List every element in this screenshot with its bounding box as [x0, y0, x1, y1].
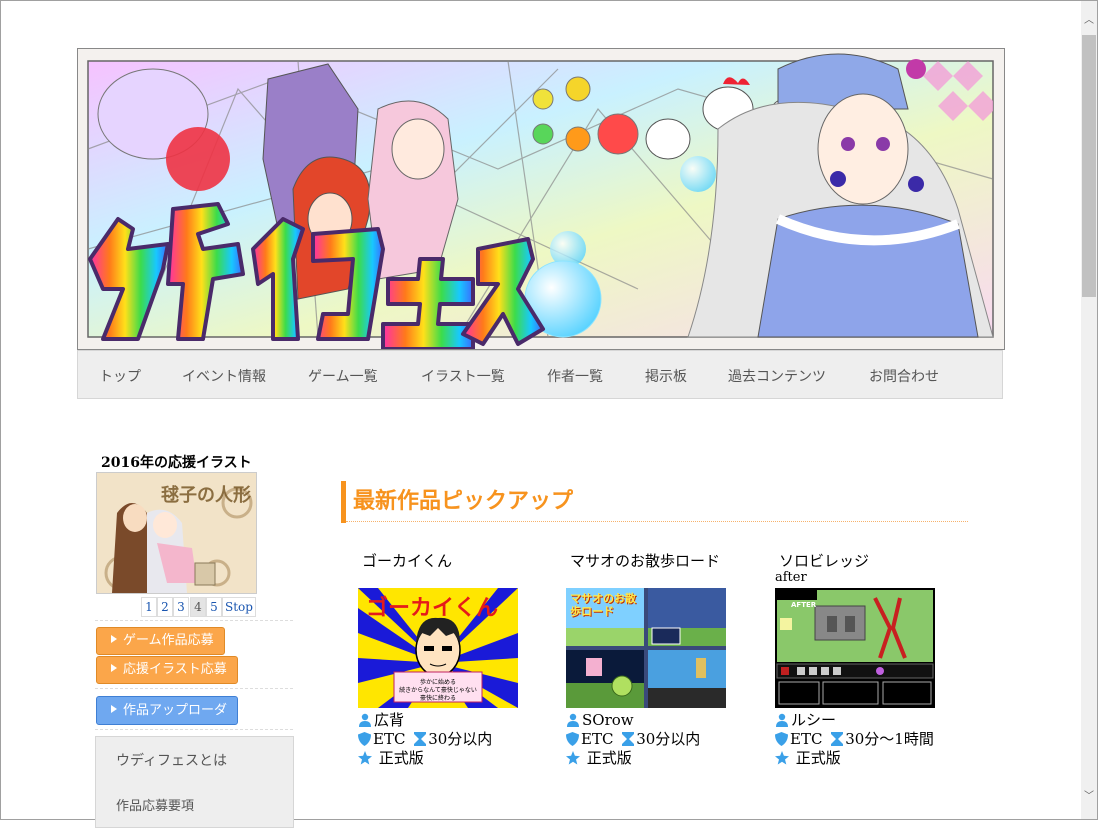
scroll-down-arrow-icon[interactable]: ﹀: [1081, 789, 1097, 805]
nav-item-games[interactable]: ゲーム一覧: [308, 366, 378, 386]
pager-5[interactable]: 5: [206, 597, 222, 617]
banner-artwork: [78, 49, 1004, 349]
illust-entry-label: 応援イラスト応募: [123, 662, 227, 677]
scroll-up-arrow-icon[interactable]: ︿: [1081, 13, 1097, 29]
star-icon: [775, 751, 789, 765]
nav-item-events[interactable]: イベント情報: [182, 366, 266, 386]
pager-1[interactable]: 1: [141, 597, 157, 617]
card-title[interactable]: マサオのお散歩ロード: [570, 550, 720, 571]
card-status: 正式版: [358, 749, 424, 767]
user-icon: [359, 713, 371, 727]
card-genre-time: ETC 30分以内: [358, 730, 492, 748]
support-illust-title: 2016年の応援イラスト: [101, 455, 252, 471]
shield-icon: [566, 732, 579, 746]
sidebar-item-guidelines[interactable]: 作品応募要項: [116, 795, 194, 814]
heading-underline: [346, 521, 968, 522]
card-thumbnail[interactable]: 歩かに始める 続きからなんて豪快じゃない 豪快に終わる ゴーカイくん: [358, 588, 518, 708]
thumb-caption: AFTER: [791, 601, 817, 609]
illust-entry-button[interactable]: 応援イラスト応募: [96, 656, 238, 684]
card-status: 正式版: [775, 749, 841, 767]
user-icon: [567, 713, 579, 727]
arrow-right-icon: [111, 664, 117, 672]
card-thumbnail[interactable]: AFTER: [775, 588, 935, 708]
thumb-caption: マサオのお散歩ロード: [570, 592, 636, 618]
hourglass-icon: [831, 732, 844, 746]
time-label: 30分以内: [636, 730, 701, 748]
time-label: 30分～1時間: [845, 730, 934, 748]
card-status: 正式版: [566, 749, 632, 767]
pager-4-active[interactable]: 4: [190, 597, 206, 617]
status-label: 正式版: [795, 749, 841, 767]
author-name: SOrow: [582, 711, 634, 729]
status-label: 正式版: [378, 749, 424, 767]
shield-icon: [358, 732, 371, 746]
hourglass-icon: [414, 732, 427, 746]
card-genre-time: ETC 30分～1時間: [775, 730, 934, 748]
time-label: 30分以内: [428, 730, 493, 748]
thumb-caption: ゴーカイくん: [366, 596, 499, 621]
pager-stop[interactable]: Stop: [222, 597, 256, 617]
support-illust-caption: 毬子の人形: [161, 485, 251, 506]
card-title[interactable]: ゴーカイくん: [362, 550, 452, 571]
genre-label: ETC: [581, 730, 614, 748]
divider: [95, 688, 293, 689]
genre-label: ETC: [790, 730, 823, 748]
card-title[interactable]: ソロビレッジ: [779, 550, 869, 571]
uploader-label: 作品アップローダ: [123, 703, 228, 718]
nav-item-authors[interactable]: 作者一覧: [547, 366, 603, 386]
pager-2[interactable]: 2: [157, 597, 173, 617]
card-author[interactable]: ルシー: [775, 711, 836, 729]
svg-text:続きからなんて豪快じゃない: 続きからなんて豪快じゃない: [399, 686, 477, 694]
card-genre-time: ETC 30分以内: [566, 730, 700, 748]
pager-3[interactable]: 3: [173, 597, 189, 617]
uploader-button[interactable]: 作品アップローダ: [96, 696, 239, 725]
card-author[interactable]: 広背: [358, 711, 404, 729]
card-thumbnail[interactable]: マサオのお散歩ロード: [566, 588, 726, 708]
hourglass-icon: [622, 732, 635, 746]
arrow-right-icon: [111, 705, 117, 713]
card-author[interactable]: SOrow: [566, 711, 634, 729]
vertical-scrollbar[interactable]: ︿ ﹀: [1081, 1, 1097, 819]
game-entry-button[interactable]: ゲーム作品応募: [96, 627, 225, 655]
section-heading: 最新作品ピックアップ: [341, 481, 573, 523]
user-icon: [776, 713, 788, 727]
svg-text:歩かに始める: 歩かに始める: [420, 678, 456, 686]
sidebar-menu: ウディフェスとは 作品応募要項: [95, 736, 294, 828]
divider: [95, 729, 293, 730]
global-nav: トップ イベント情報 ゲーム一覧 イラスト一覧 作者一覧 掲示板 過去コンテンツ…: [77, 350, 1003, 399]
star-icon: [358, 751, 372, 765]
sidebar-item-about[interactable]: ウディフェスとは: [116, 750, 227, 770]
nav-item-bbs[interactable]: 掲示板: [645, 366, 687, 386]
nav-item-archive[interactable]: 過去コンテンツ: [728, 366, 826, 386]
shield-icon: [775, 732, 788, 746]
section-heading-text: 最新作品ピックアップ: [353, 489, 574, 514]
genre-label: ETC: [373, 730, 406, 748]
nav-item-top[interactable]: トップ: [99, 366, 141, 386]
author-name: 広背: [374, 711, 405, 729]
nav-item-illustrations[interactable]: イラスト一覧: [421, 366, 505, 386]
card-title-line2[interactable]: after: [775, 570, 807, 585]
arrow-right-icon: [111, 635, 117, 643]
site-banner[interactable]: [77, 48, 1005, 350]
game-entry-label: ゲーム作品応募: [123, 633, 214, 648]
nav-item-contact[interactable]: お問合わせ: [869, 366, 939, 386]
scrollbar-thumb[interactable]: [1082, 35, 1096, 297]
author-name: ルシー: [791, 711, 837, 729]
support-illust-image[interactable]: 毬子の人形: [96, 472, 257, 594]
status-label: 正式版: [586, 749, 632, 767]
star-icon: [566, 751, 580, 765]
divider: [95, 620, 293, 621]
svg-text:豪快に終わる: 豪快に終わる: [420, 694, 456, 702]
